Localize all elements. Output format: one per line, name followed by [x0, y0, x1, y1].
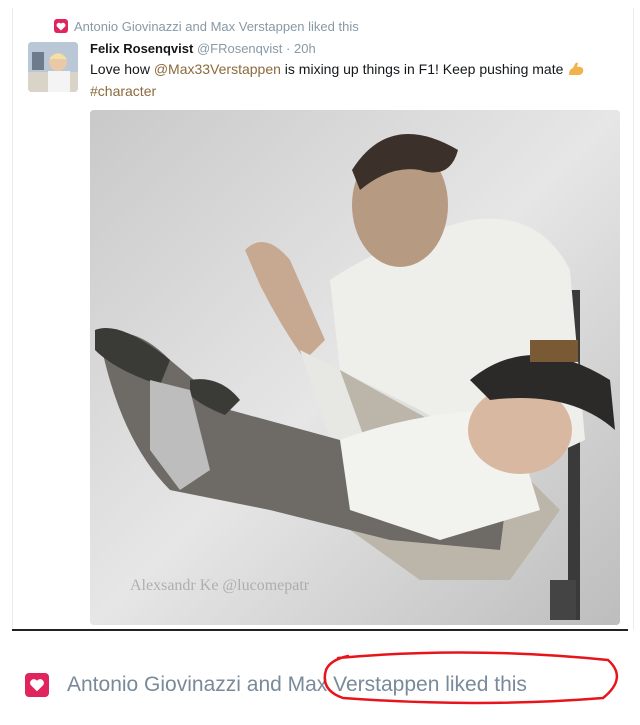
zoomed-social-context-text: Antonio Giovinazzi and Max Verstappen li…	[67, 673, 527, 696]
zoomed-social-context: Antonio Giovinazzi and Max Verstappen li…	[25, 668, 527, 702]
tweet-text-end: is mixing up things in F1! Keep pushing …	[280, 61, 564, 77]
photo-watermark: Alexsandr Ke @lucomepatr	[130, 577, 310, 594]
heart-icon	[54, 19, 68, 33]
tweet-text: Love how @Max33Verstappen is mixing up t…	[90, 60, 620, 101]
hashtag-link[interactable]: #character	[90, 83, 156, 99]
mention-link[interactable]: @Max33Verstappen	[154, 61, 281, 77]
tweet-timestamp[interactable]: 20h	[294, 41, 316, 56]
tweet-photo[interactable]: Alexsandr Ke @lucomepatr	[90, 110, 620, 625]
social-context: Antonio Giovinazzi and Max Verstappen li…	[54, 16, 359, 36]
author-name[interactable]: Felix Rosenqvist	[90, 41, 193, 56]
flexed-biceps-icon	[567, 61, 585, 82]
social-context-text[interactable]: Antonio Giovinazzi and Max Verstappen li…	[74, 19, 359, 34]
tweet-header: Felix Rosenqvist @FRosenqvist · 20h	[90, 41, 316, 56]
avatar[interactable]	[28, 42, 78, 92]
heart-icon	[25, 673, 49, 697]
divider	[12, 629, 628, 631]
header-separator: ·	[286, 41, 291, 56]
author-handle[interactable]: @FRosenqvist	[197, 41, 282, 56]
tweet-text-start: Love how	[90, 61, 154, 77]
